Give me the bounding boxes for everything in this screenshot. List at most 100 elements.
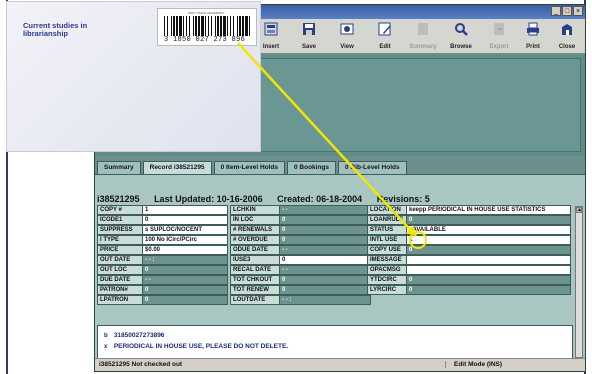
- field-value-lpatron[interactable]: 0: [142, 295, 228, 305]
- barcode-bar: [208, 16, 209, 36]
- barcode-bar: [220, 16, 222, 36]
- field-label: # OVERDUE: [230, 235, 280, 245]
- barcode-bar: [189, 16, 190, 36]
- field-value-iuse3[interactable]: 0: [279, 255, 371, 265]
- field-value-in-loc[interactable]: 0: [279, 215, 371, 225]
- field-label: YTDCIRC: [367, 275, 407, 285]
- print-button[interactable]: Print: [515, 21, 551, 50]
- barcode-bar: [233, 16, 234, 36]
- barcode-bar: [211, 16, 212, 36]
- barcode-bar: [217, 16, 219, 36]
- edit-button[interactable]: Edit: [367, 21, 403, 50]
- barcode-bar: [198, 16, 200, 36]
- close-window-button[interactable]: ×: [573, 6, 583, 16]
- export-button[interactable]: Export: [481, 21, 517, 50]
- view-label: View: [340, 44, 354, 50]
- field-value-ytdcirc[interactable]: 0: [406, 275, 571, 285]
- variable-fields: b 31850027273896 x PERIODICAL IN HOUSE U…: [97, 325, 573, 361]
- tab-record[interactable]: Record i38521295: [142, 161, 212, 175]
- maximize-button[interactable]: □: [562, 6, 572, 16]
- record-panel: i38521295 Last Updated: 10-16-2006 Creat…: [95, 174, 585, 364]
- field-label: SUPPRESS: [97, 225, 143, 235]
- status-left: i38521295 Not checked out: [99, 361, 183, 368]
- record-id: i38521295: [97, 194, 140, 204]
- summary-icon: [418, 23, 428, 35]
- summary-label: Summary: [409, 44, 437, 50]
- tab-item-level-holds[interactable]: 0 Item-Level Holds: [213, 161, 285, 175]
- field-label: TOT RENEW: [230, 285, 280, 295]
- close-button[interactable]: Close: [549, 21, 585, 50]
- view-button[interactable]: View: [329, 21, 365, 50]
- field-label: INTL USE: [367, 235, 407, 245]
- field-label: IN LOC: [230, 215, 280, 225]
- field-value-overdue[interactable]: 0: [279, 235, 371, 245]
- field-value-lchkin[interactable]: - -: [279, 205, 371, 215]
- field-label: ODUE DATE: [230, 245, 280, 255]
- minimize-button[interactable]: _: [551, 6, 561, 16]
- tab-bib-level-holds[interactable]: 0 Bib-Level Holds: [338, 161, 407, 175]
- barcode-note[interactable]: b 31850027273896: [104, 332, 164, 339]
- edit-icon: [378, 22, 391, 36]
- field-value-tot-chkout[interactable]: 0: [279, 275, 371, 285]
- field-value-suppress[interactable]: s SUPLOC/NOCENT: [142, 225, 228, 235]
- field-value-renewals[interactable]: 0: [279, 225, 371, 235]
- field-label: TOT CHKOUT: [230, 275, 280, 285]
- field-value-out-loc[interactable]: 0: [142, 265, 228, 275]
- note-marker: b: [104, 333, 108, 339]
- barcode-bar: [205, 16, 206, 36]
- field-label: RECAL DATE: [230, 265, 280, 275]
- revisions: Revisions: 5: [376, 194, 430, 204]
- barcode-bar: [179, 16, 182, 36]
- field-value-intl-use[interactable]: 1: [406, 235, 571, 245]
- note-text: 31850027273896: [113, 332, 165, 339]
- barcode-bar: [167, 16, 168, 36]
- scroll-up-icon[interactable]: ▲: [576, 207, 582, 213]
- field-label: LYRCIRC: [367, 285, 407, 295]
- barcode-bar: [183, 16, 184, 36]
- tab-bookings[interactable]: 0 Bookings: [287, 161, 337, 175]
- field-value-odue-date[interactable]: - -: [279, 245, 371, 255]
- field-label: DUE DATE: [97, 275, 143, 285]
- print-icon: [527, 22, 539, 36]
- field-value-icode1[interactable]: 0: [142, 215, 228, 225]
- field-value-tot-renew[interactable]: 0: [279, 285, 371, 295]
- view-icon: [340, 23, 354, 35]
- field-value-loanrule[interactable]: 0: [406, 215, 571, 225]
- field-value-price[interactable]: $0.00: [142, 245, 228, 255]
- browse-button[interactable]: Browse: [443, 21, 479, 50]
- field-value-out-date[interactable]: - - :: [142, 255, 228, 265]
- field-value-status[interactable]: - AVAILABLE: [406, 225, 571, 235]
- message-note[interactable]: x PERIODICAL IN HOUSE USE, PLEASE DO NOT…: [104, 343, 288, 350]
- field-label: PRICE: [97, 245, 143, 255]
- field-value-imessage[interactable]: [406, 255, 571, 265]
- tab-summary[interactable]: Summary: [97, 161, 141, 175]
- field-value-recal-date[interactable]: - -: [279, 265, 371, 275]
- barcode-bar: [242, 16, 244, 36]
- field-value-opacmsg[interactable]: [406, 265, 571, 275]
- field-value-copy[interactable]: 1: [142, 205, 228, 215]
- save-button[interactable]: Save: [291, 21, 327, 50]
- field-label: IMESSAGE: [367, 255, 407, 265]
- barcode-bar: [201, 16, 204, 36]
- record-scrollbar[interactable]: ▲ ▼: [575, 206, 583, 364]
- barcode-label: UNIV. STATE UNIVERSITY 3 1850 027 273 89…: [157, 8, 257, 46]
- save-icon: [303, 23, 315, 35]
- barcode-bar: [195, 16, 197, 36]
- summary-button[interactable]: Summary: [405, 21, 441, 50]
- field-value-lyrcirc[interactable]: 0: [406, 285, 571, 295]
- field-value-loutdate[interactable]: - - :: [279, 295, 371, 305]
- field-label: STATUS: [367, 225, 407, 235]
- field-value-due-date[interactable]: - -: [142, 275, 228, 285]
- field-label: OUT DATE: [97, 255, 143, 265]
- field-value-location[interactable]: keepp PERIODICAL IN HOUSE USE STATISTICS: [406, 205, 571, 215]
- book-title: Current studies in librarianship: [23, 21, 88, 38]
- save-label: Save: [301, 44, 316, 50]
- barcode-bar: [239, 16, 241, 36]
- field-value-patron[interactable]: 0: [142, 285, 228, 295]
- field-value-itype[interactable]: 100 No ICirc/PCirc: [142, 235, 228, 245]
- field-value-copy-use[interactable]: 0: [406, 245, 571, 255]
- field-label: LPATRON: [97, 295, 143, 305]
- created-date: Created: 06-18-2004: [277, 194, 363, 204]
- browse-icon: [455, 23, 468, 36]
- close-label: Close: [558, 44, 576, 50]
